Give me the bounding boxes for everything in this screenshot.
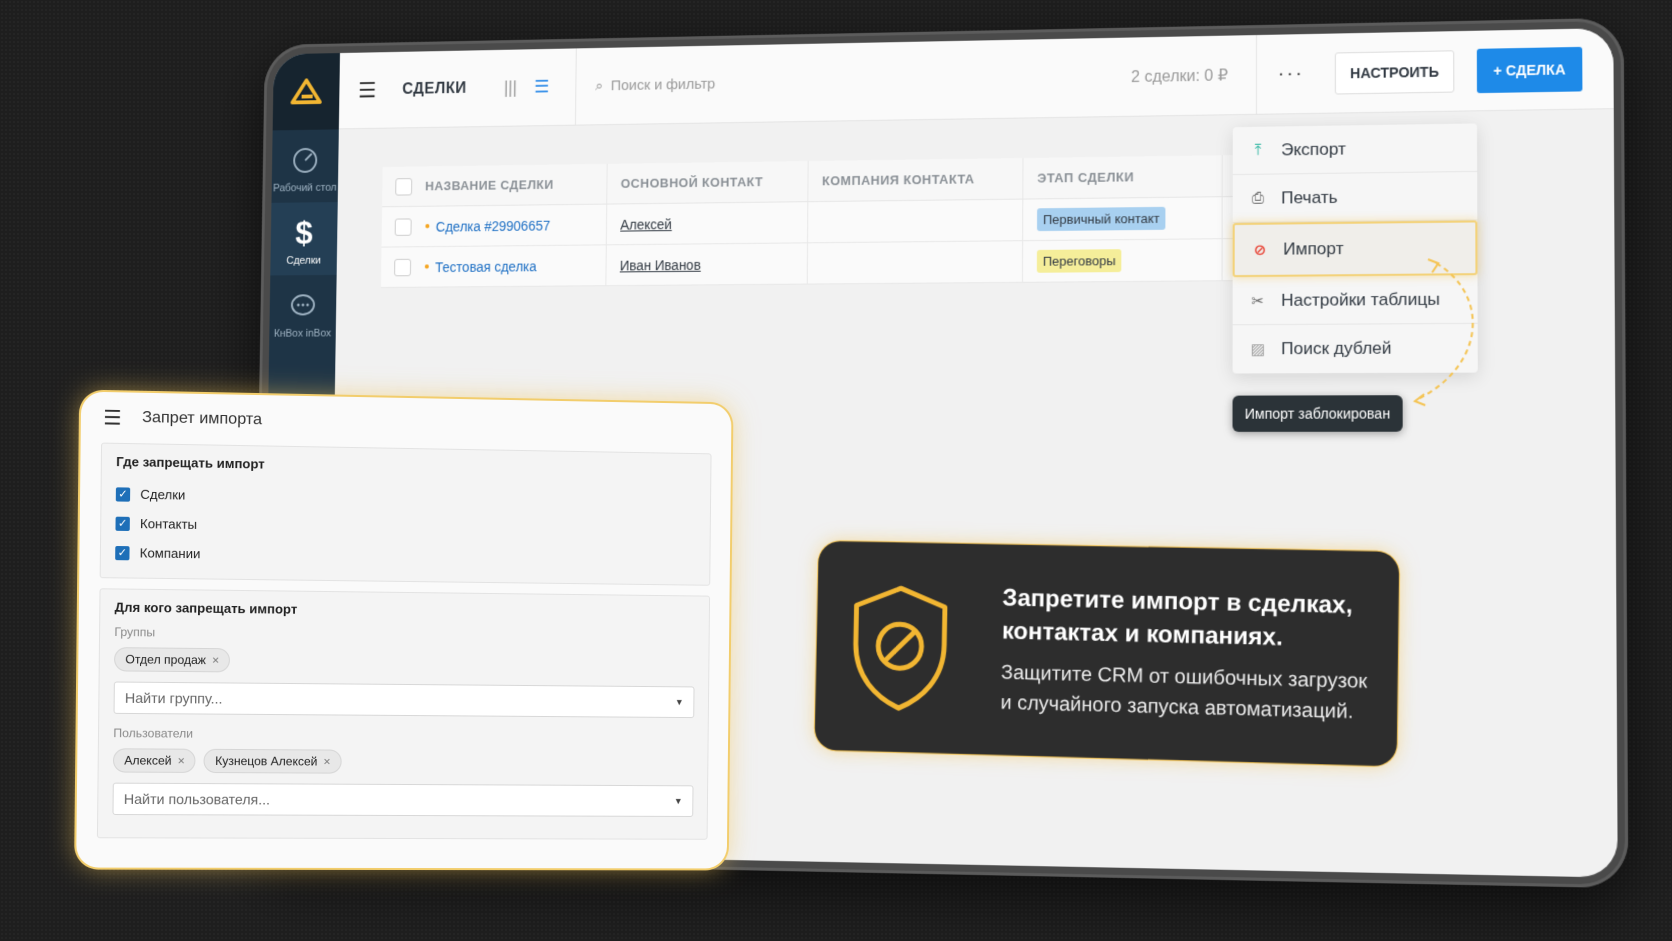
column-header[interactable]: КОМПАНИЯ КОНТАКТА bbox=[808, 158, 1024, 202]
dashed-arrow bbox=[1405, 253, 1498, 416]
sidebar-item-label: Сделки bbox=[286, 254, 322, 267]
search-placeholder: Поиск и фильтр bbox=[610, 75, 716, 95]
checkbox-checked-icon[interactable]: ✓ bbox=[115, 545, 130, 560]
dashboard-icon bbox=[290, 145, 320, 176]
panel-title: Запрет импорта bbox=[141, 408, 263, 429]
select-all-checkbox[interactable] bbox=[395, 177, 413, 196]
checkbox-checked-icon[interactable]: ✓ bbox=[115, 516, 130, 531]
deal-count: 2 сделки: 0 ₽ bbox=[1131, 66, 1228, 86]
callout-text-line1: Защитите CRM от ошибочных загрузок bbox=[1000, 661, 1368, 693]
callout-title-line1: Запретите импорт в сделках, bbox=[1002, 584, 1353, 620]
sidebar-item-deals[interactable]: $ Сделки bbox=[270, 202, 338, 276]
callout-title-line2: контактах и компаниях. bbox=[1001, 617, 1284, 652]
pipeline-view-icon[interactable]: ||| bbox=[504, 77, 517, 97]
more-button[interactable]: ··· bbox=[1256, 33, 1325, 115]
logo-icon bbox=[289, 77, 324, 106]
menu-icon[interactable]: ☰ bbox=[103, 405, 122, 431]
dollar-icon: $ bbox=[295, 214, 314, 252]
menu-icon[interactable]: ☰ bbox=[339, 77, 395, 103]
view-switch: ||| ☰ bbox=[504, 77, 549, 98]
group-search-input[interactable]: Найти группу... ▼ bbox=[113, 681, 695, 719]
menu-item-print[interactable]: ⎙ Печать bbox=[1232, 171, 1478, 224]
where-heading: Где запрещать импорт bbox=[116, 453, 265, 472]
column-header[interactable]: НАЗВАНИЕ СДЕЛКИ bbox=[382, 163, 608, 207]
user-tag: Кузнецов Алексей × bbox=[203, 748, 342, 774]
feature-callout: Запретите импорт в сделках, контактах и … bbox=[814, 540, 1400, 767]
groups-tags: Отдел продаж × bbox=[113, 647, 695, 676]
user-tag: Алексей × bbox=[112, 748, 197, 773]
menu-item-export[interactable]: ⤒ Экспорт bbox=[1232, 123, 1478, 176]
list-view-icon[interactable]: ☰ bbox=[534, 77, 549, 98]
import-blocked-tooltip: Импорт заблокирован bbox=[1232, 395, 1403, 432]
app-logo[interactable] bbox=[272, 53, 340, 131]
remove-tag-icon[interactable]: × bbox=[212, 653, 219, 667]
stage-badge: Переговоры bbox=[1036, 249, 1122, 273]
column-header[interactable]: ОСНОВНОЙ КОНТАКТ bbox=[607, 161, 809, 204]
chat-icon bbox=[288, 290, 318, 321]
chevron-down-icon[interactable]: ▼ bbox=[674, 796, 683, 806]
remove-tag-icon[interactable]: × bbox=[323, 755, 330, 769]
group-tag: Отдел продаж × bbox=[113, 647, 231, 673]
topbar: ☰ СДЕЛКИ ||| ☰ ⌕ Поиск и фильтр 2 сделки… bbox=[338, 28, 1614, 130]
checkbox-checked-icon[interactable]: ✓ bbox=[115, 486, 131, 502]
remove-tag-icon[interactable]: × bbox=[178, 754, 185, 768]
shield-blocked-icon bbox=[845, 581, 956, 713]
search-input[interactable]: ⌕ Поиск и фильтр bbox=[575, 38, 1079, 126]
add-deal-button[interactable]: + СДЕЛКА bbox=[1476, 46, 1583, 93]
users-tags: Алексей × Кузнецов Алексей × bbox=[112, 748, 694, 775]
sidebar-item-label: КнBox inBox bbox=[273, 327, 332, 340]
import-ban-panel: ☰ Запрет импорта Где запрещать импорт ✓ … bbox=[76, 391, 732, 869]
row-checkbox[interactable] bbox=[394, 258, 412, 276]
contact-link[interactable]: Иван Иванов bbox=[620, 257, 701, 273]
company-cell bbox=[808, 199, 1024, 243]
deal-link[interactable]: Сделка #29906657 bbox=[436, 217, 551, 234]
callout-text-line2: и случайного запуска автоматизаций. bbox=[1000, 691, 1354, 724]
contact-link[interactable]: Алексей bbox=[620, 216, 672, 232]
sidebar-item-inbox[interactable]: КнBox inBox bbox=[269, 275, 337, 348]
stage-badge: Первичный контакт bbox=[1037, 206, 1166, 232]
company-cell bbox=[807, 241, 1024, 284]
chevron-down-icon[interactable]: ▼ bbox=[675, 697, 684, 707]
groups-label: Группы bbox=[114, 624, 156, 640]
setup-button[interactable]: НАСТРОИТЬ bbox=[1334, 49, 1455, 95]
tools-icon: ✂ bbox=[1251, 292, 1265, 310]
users-label: Пользователи bbox=[113, 725, 194, 741]
deal-link[interactable]: Тестовая сделка bbox=[435, 258, 537, 274]
upload-icon: ⤒ bbox=[1254, 141, 1262, 159]
sidebar-item-label: Рабочий стол bbox=[272, 181, 337, 195]
user-search-input[interactable]: Найти пользователя... ▼ bbox=[112, 782, 694, 817]
print-icon: ⎙ bbox=[1251, 189, 1264, 207]
column-header[interactable]: ЭТАП СДЕЛКИ bbox=[1023, 155, 1223, 199]
where-section: Где запрещать импорт ✓ Сделки ✓ Контакты… bbox=[99, 442, 712, 586]
sidebar-item-dashboard[interactable]: Рабочий стол bbox=[271, 129, 338, 202]
blocked-icon: ⊘ bbox=[1253, 241, 1267, 259]
whom-heading: Для кого запрещать импорт bbox=[114, 599, 298, 617]
duplicates-icon: ▨ bbox=[1250, 341, 1266, 359]
search-icon: ⌕ bbox=[595, 77, 604, 95]
page-title: СДЕЛКИ bbox=[402, 79, 467, 98]
whom-section: Для кого запрещать импорт Группы Отдел п… bbox=[96, 588, 711, 840]
row-checkbox[interactable] bbox=[394, 217, 412, 236]
